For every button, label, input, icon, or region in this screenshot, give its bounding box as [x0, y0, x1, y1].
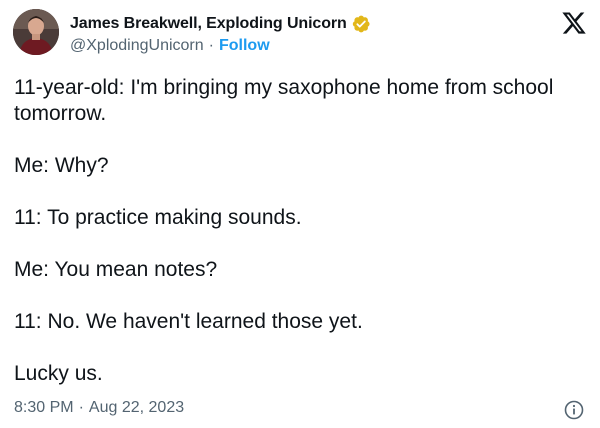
- handle-separator: ·: [208, 37, 214, 54]
- tweet-paragraph: Lucky us.: [14, 362, 103, 385]
- tweet-timestamp[interactable]: 8:30 PM · Aug 22, 2023: [14, 399, 184, 417]
- author-handle-row: @XplodingUnicorn · Follow: [70, 37, 270, 55]
- tweet-date: Aug 22, 2023: [88, 399, 185, 416]
- follow-button[interactable]: Follow: [219, 37, 270, 55]
- author-display-name[interactable]: James Breakwell, Exploding Unicorn: [70, 15, 347, 33]
- tweet-paragraph: 11: To practice making sounds.: [14, 206, 302, 229]
- x-logo-icon[interactable]: [561, 10, 587, 36]
- tweet-card: James Breakwell, Exploding Unicorn @Xplo…: [0, 0, 600, 428]
- avatar[interactable]: [13, 9, 59, 55]
- author-name-row: James Breakwell, Exploding Unicorn: [70, 13, 371, 35]
- tweet-paragraph: 11-year-old: I'm bringing my saxophone h…: [14, 76, 554, 125]
- info-icon[interactable]: [563, 399, 585, 421]
- tweet-time: 8:30 PM: [14, 399, 74, 416]
- tweet-paragraph: Me: Why?: [14, 154, 109, 177]
- verified-badge-icon: [351, 14, 371, 34]
- timestamp-separator: ·: [78, 399, 84, 416]
- author-handle[interactable]: @XplodingUnicorn: [70, 37, 204, 55]
- tweet-paragraph: Me: You mean notes?: [14, 258, 218, 281]
- tweet-paragraph: 11: No. We haven't learned those yet.: [14, 310, 363, 333]
- avatar-photo: [13, 9, 59, 55]
- tweet-text: 11-year-old: I'm bringing my saxophone h…: [14, 75, 586, 387]
